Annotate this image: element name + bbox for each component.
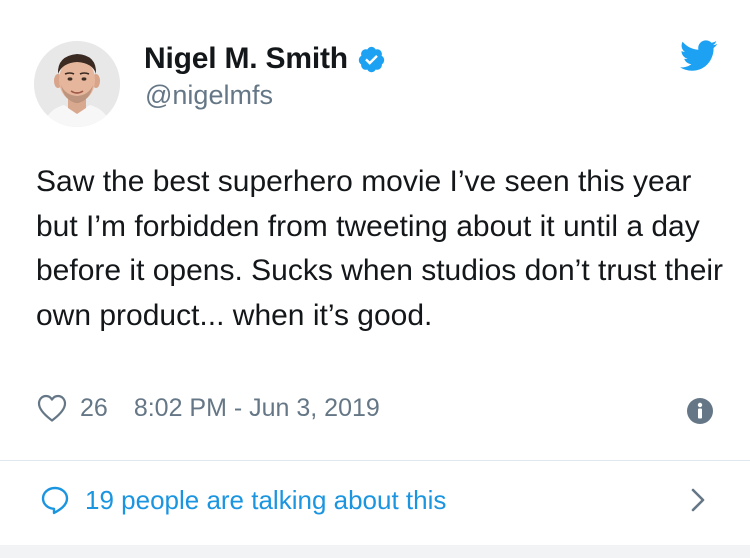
- footer-divider: [0, 460, 750, 461]
- page-background-strip: [0, 545, 750, 558]
- tweet-meta-row: 26 8:02 PM - Jun 3, 2019: [36, 392, 380, 424]
- heart-icon[interactable]: [36, 393, 68, 423]
- profile-photo-icon: [34, 41, 120, 127]
- verified-badge-icon: [357, 45, 386, 74]
- author-handle[interactable]: @nigelmfs: [145, 80, 273, 111]
- tweet-text: Saw the best superhero movie I’ve seen t…: [36, 165, 724, 332]
- speech-bubble-icon: [41, 486, 69, 515]
- talking-label[interactable]: 19 people are talking about this: [85, 485, 446, 516]
- tweet-timestamp[interactable]: 8:02 PM - Jun 3, 2019: [134, 394, 380, 423]
- author-name-row[interactable]: Nigel M. Smith: [144, 42, 386, 76]
- tweet-card: Nigel M. Smith @nigelmfs Saw the best su…: [0, 0, 750, 546]
- twitter-bird-icon[interactable]: [680, 40, 718, 72]
- like-count[interactable]: 26: [80, 394, 108, 423]
- avatar[interactable]: [34, 41, 120, 127]
- conversation-link[interactable]: 19 people are talking about this: [40, 482, 446, 518]
- display-name[interactable]: Nigel M. Smith: [144, 42, 348, 76]
- info-icon[interactable]: [686, 397, 714, 425]
- chevron-right-icon[interactable]: [688, 486, 708, 514]
